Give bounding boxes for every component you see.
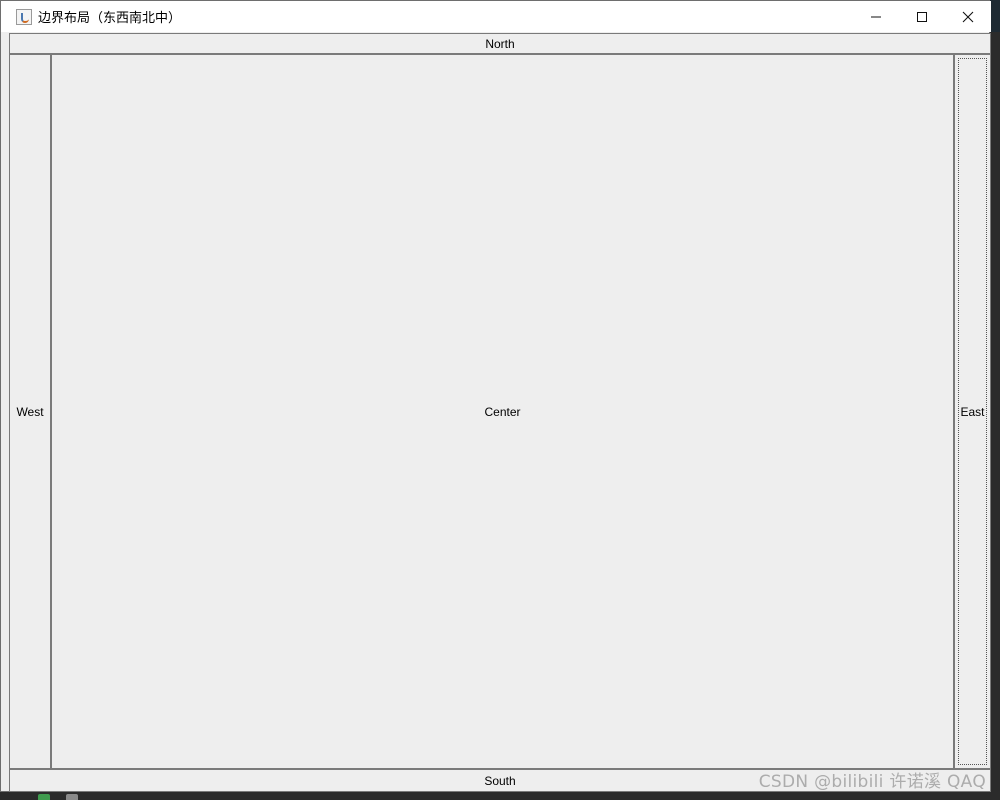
border-layout-window: 边界布局（东西南北中） North West Center East South — [0, 0, 991, 792]
close-button[interactable] — [945, 1, 991, 32]
window-controls — [853, 1, 991, 32]
minimize-button[interactable] — [853, 1, 899, 32]
north-button[interactable]: North — [9, 33, 991, 54]
close-icon — [962, 11, 974, 22]
maximize-icon — [917, 11, 927, 22]
east-button[interactable]: East — [954, 54, 991, 769]
center-button[interactable]: Center — [51, 54, 954, 769]
maximize-button[interactable] — [899, 1, 945, 32]
background-tool-icon — [66, 794, 78, 800]
title-bar[interactable]: 边界布局（东西南北中） — [1, 1, 991, 32]
desktop: 边界布局（东西南北中） North West Center East South… — [0, 0, 1000, 800]
background-ide-right-edge — [990, 32, 1000, 800]
east-button-label: East — [960, 404, 985, 419]
background-run-icon — [38, 794, 50, 800]
java-cup-icon — [16, 8, 32, 25]
window-title: 边界布局（东西南北中） — [38, 11, 182, 26]
west-button[interactable]: West — [9, 54, 51, 769]
south-button[interactable]: South — [9, 769, 991, 792]
minimize-icon — [871, 16, 881, 17]
background-taskbar — [0, 791, 1000, 800]
